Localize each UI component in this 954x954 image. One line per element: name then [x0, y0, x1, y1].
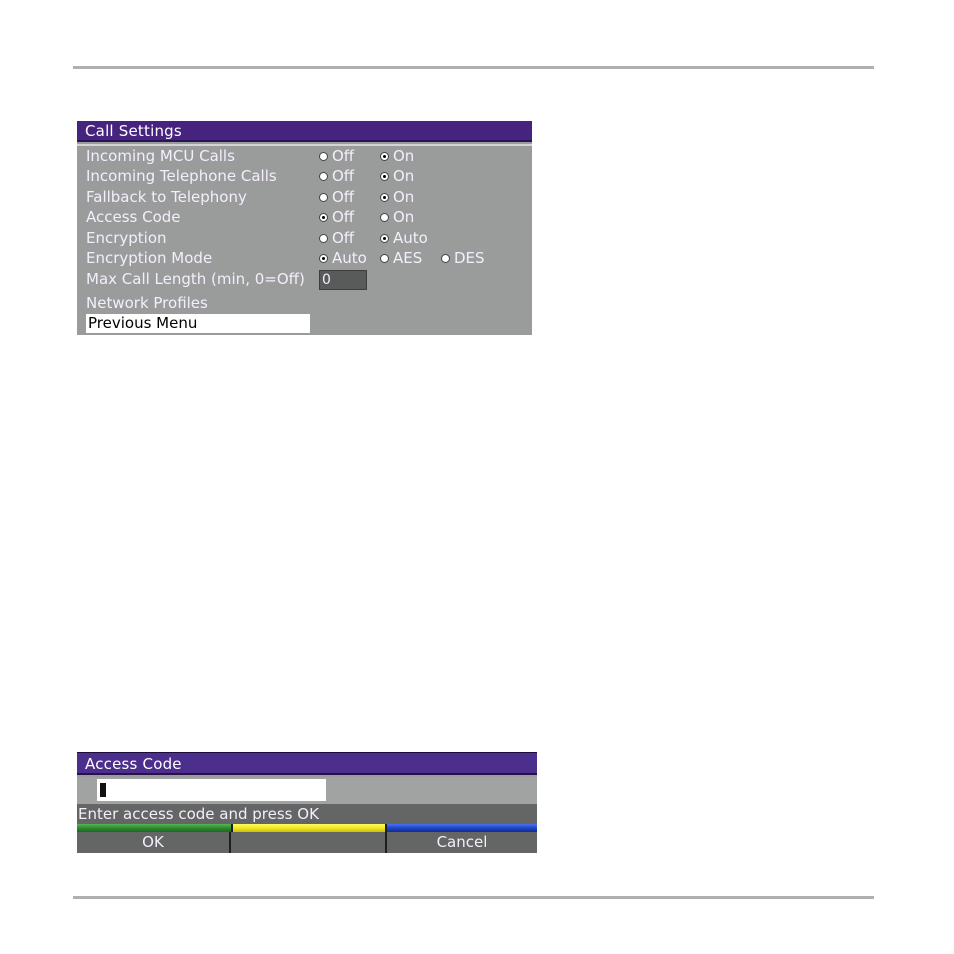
softkey-buttons: OK Cancel	[77, 832, 537, 853]
menu-item-encryption-mode[interactable]: Encryption Mode	[86, 248, 212, 268]
radio-checked-icon	[380, 233, 389, 243]
green-softkey-bar	[77, 824, 231, 832]
radio-encryption-mode-aes[interactable]: AES	[380, 248, 422, 268]
yellow-softkey-button[interactable]	[231, 832, 387, 853]
blue-softkey-bar	[387, 824, 537, 832]
radio-checked-icon	[319, 253, 328, 263]
input-row	[77, 777, 537, 804]
menu-item-previous-menu[interactable]: Previous Menu	[86, 314, 310, 333]
cancel-button[interactable]: Cancel	[387, 832, 537, 853]
radio-checked-icon	[380, 151, 389, 161]
option-label: DES	[454, 249, 485, 267]
radio-access-code-on[interactable]: On	[380, 207, 414, 227]
menu-item-incoming-telephone-calls[interactable]: Incoming Telephone Calls	[86, 166, 277, 186]
option-label: Auto	[332, 249, 367, 267]
access-code-dialog: Access Code Enter access code and press …	[77, 752, 537, 853]
call-settings-menu: Call Settings Incoming MCU Calls Off On …	[77, 121, 532, 335]
radio-fallback-off[interactable]: Off	[319, 187, 354, 207]
radio-icon	[319, 233, 328, 243]
dialog-title: Access Code	[85, 755, 182, 773]
option-label: On	[393, 147, 415, 165]
radio-icon	[380, 212, 389, 222]
option-label: On	[393, 208, 415, 226]
menu-title-bar: Call Settings	[77, 121, 532, 142]
option-label: On	[393, 188, 415, 206]
radio-incoming-telephone-off[interactable]: Off	[319, 166, 354, 186]
dialog-hint: Enter access code and press OK	[77, 804, 537, 824]
radio-icon	[380, 253, 389, 263]
menu-item-max-call-length[interactable]: Max Call Length (min, 0=Off)	[86, 269, 305, 289]
bottom-divider	[73, 896, 874, 899]
option-label: Off	[332, 147, 355, 165]
max-call-length-input[interactable]: 0	[319, 270, 367, 290]
radio-incoming-mcu-on[interactable]: On	[380, 146, 414, 166]
access-code-input[interactable]	[97, 779, 326, 801]
menu-item-encryption[interactable]: Encryption	[86, 228, 167, 248]
option-label: On	[393, 167, 415, 185]
option-label: Off	[332, 229, 355, 247]
text-cursor	[100, 783, 106, 797]
radio-icon	[319, 171, 328, 181]
radio-fallback-on[interactable]: On	[380, 187, 414, 207]
option-label: AES	[393, 249, 423, 267]
radio-encryption-mode-auto[interactable]: Auto	[319, 248, 367, 268]
radio-checked-icon	[319, 212, 328, 222]
menu-item-incoming-mcu-calls[interactable]: Incoming MCU Calls	[86, 146, 235, 166]
radio-incoming-telephone-on[interactable]: On	[380, 166, 414, 186]
radio-access-code-off[interactable]: Off	[319, 207, 354, 227]
menu-title: Call Settings	[85, 122, 182, 140]
menu-item-fallback-to-telephony[interactable]: Fallback to Telephony	[86, 187, 247, 207]
softkey-color-bars	[77, 824, 537, 832]
radio-checked-icon	[380, 171, 389, 181]
yellow-softkey-bar	[231, 824, 387, 832]
option-label: Auto	[393, 229, 428, 247]
radio-icon	[319, 151, 328, 161]
top-divider	[73, 66, 874, 69]
option-label: Off	[332, 208, 355, 226]
option-label: Off	[332, 167, 355, 185]
ok-button[interactable]: OK	[77, 832, 231, 853]
radio-encryption-off[interactable]: Off	[319, 228, 354, 248]
option-label: Off	[332, 188, 355, 206]
radio-encryption-auto[interactable]: Auto	[380, 228, 428, 248]
menu-item-access-code[interactable]: Access Code	[86, 207, 181, 227]
radio-checked-icon	[380, 192, 389, 202]
radio-encryption-mode-des[interactable]: DES	[441, 248, 485, 268]
radio-incoming-mcu-off[interactable]: Off	[319, 146, 354, 166]
menu-item-network-profiles[interactable]: Network Profiles	[86, 293, 208, 313]
radio-icon	[441, 253, 450, 263]
dialog-title-bar: Access Code	[77, 752, 537, 775]
radio-icon	[319, 192, 328, 202]
